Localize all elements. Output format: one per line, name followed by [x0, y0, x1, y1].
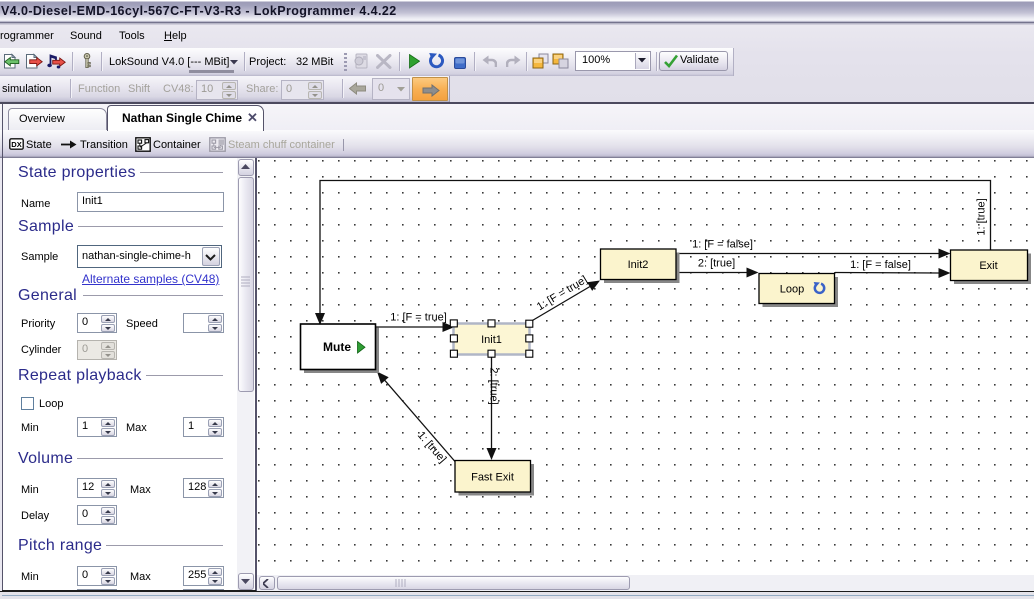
svg-text:Exit: Exit	[979, 260, 997, 272]
svg-text:1: [true]: 1: [true]	[976, 198, 988, 235]
svg-text:2: [true]: 2: [true]	[698, 258, 735, 270]
svg-text:Init2: Init2	[628, 259, 649, 271]
svg-text:1: [F = true]: 1: [F = true]	[390, 312, 447, 324]
svg-text:1: [F = false]: 1: [F = false]	[692, 239, 753, 251]
svg-text:Fast Exit: Fast Exit	[471, 472, 514, 484]
svg-text:Init1: Init1	[481, 334, 502, 346]
svg-text:DX: DX	[11, 140, 21, 149]
svg-text:Loop: Loop	[780, 284, 804, 296]
svg-text:Mute: Mute	[323, 340, 351, 354]
svg-text:1: [F = false]: 1: [F = false]	[850, 259, 911, 271]
svg-text:2: [true]: 2: [true]	[488, 367, 500, 404]
